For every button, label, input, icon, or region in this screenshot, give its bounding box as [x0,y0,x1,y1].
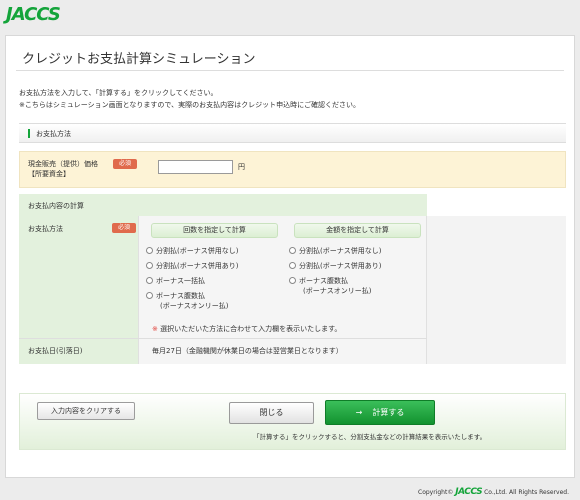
required-badge: 必須 [112,223,136,233]
footer-logo: JACCS [455,487,483,497]
jaccs-logo[interactable]: JACCS [6,4,61,25]
title-divider [16,70,564,71]
radio-amount-bonus-multiple[interactable]: ボーナス腹数払 [289,276,348,286]
pay-date-label: お支払日(引落日) [28,347,83,355]
radio-label: 分割払(ボーナス併用あり) [156,262,239,270]
radio-label: ボーナス腹数払 [299,277,348,285]
method-label: お支払方法 [28,225,63,233]
copyright-prefix: Copyright© [418,489,454,496]
price-row: 現金販売（提供）価格 【所要資金】 必須 円 [19,151,566,188]
price-label: 現金販売（提供）価格 【所要資金】 [28,159,98,179]
radio-label: 分割払(ボーナス併用あり) [299,262,382,270]
action-panel: 入力内容をクリアする 閉じる → 計算する 「計算する」をクリックすると、分割支払… [19,393,566,450]
calc-options-column: 回数を指定して計算 金額を指定して計算 分割払(ボーナス併用なし) 分割払(ボー… [138,216,427,364]
close-button[interactable]: 閉じる [229,402,314,424]
copyright-suffix: Co.,Ltd. All Rights Reserved. [484,489,569,496]
radio-count-installment-with-bonus[interactable]: 分割払(ボーナス併用あり) [146,261,238,271]
simulation-card: クレジットお支払計算シミュレーション お支払方法を入力して、「計算する」をクリッ… [5,35,575,478]
col-header-by-count[interactable]: 回数を指定して計算 [151,223,278,238]
calc-divider [19,338,427,339]
section-header-payment-method: お支払方法 [19,123,566,143]
note-text: 選択いただいた方法に合わせて入力欄を表示いたします。 [160,325,342,333]
selection-note: ※ 選択いただいた方法に合わせて入力欄を表示いたします。 [152,324,341,334]
arrow-right-icon: → [355,408,363,417]
radio-icon[interactable] [289,247,296,254]
radio-count-bonus-multiple[interactable]: ボーナス腹数払 [146,291,205,301]
radio-icon[interactable] [146,292,153,299]
radio-icon[interactable] [146,277,153,284]
radio-label: ボーナス腹数払 [156,292,205,300]
radio-icon[interactable] [146,262,153,269]
clear-input-button[interactable]: 入力内容をクリアする [37,402,135,420]
radio-count-bonus-lump[interactable]: ボーナス一括払 [146,276,205,286]
radio-count-bonus-only-note: (ボーナスオンリー払) [160,302,229,310]
top-bar: JACCS [0,0,580,32]
radio-label: ボーナス一括払 [156,277,205,285]
radio-label: 分割払(ボーナス併用なし) [156,247,239,255]
calculate-note: 「計算する」をクリックすると、分割支払金などの計算結果を表示いたします。 [253,433,487,441]
radio-icon[interactable] [289,277,296,284]
calculate-button[interactable]: → 計算する [325,400,435,425]
radio-amount-installment-with-bonus[interactable]: 分割払(ボーナス併用あり) [289,261,381,271]
section-title: お支払方法 [36,130,71,138]
calc-section-header: お支払内容の計算 [19,194,427,216]
col-header-by-amount[interactable]: 金額を指定して計算 [294,223,421,238]
price-label-line-2: 【所要資金】 [28,170,70,178]
note-mark: ※ [152,325,158,333]
required-badge: 必須 [113,159,137,169]
radio-icon[interactable] [146,247,153,254]
calculate-label: 計算する [372,408,405,417]
radio-icon[interactable] [289,262,296,269]
radio-amount-installment-no-bonus[interactable]: 分割払(ボーナス併用なし) [289,246,381,256]
radio-label: 分割払(ボーナス併用なし) [299,247,382,255]
calc-section-body: お支払方法 必須 お支払日(引落日) 回数を指定して計算 金額を指定して計算 分… [19,216,566,364]
calc-label-column: お支払方法 必須 お支払日(引落日) [19,216,138,364]
yen-unit: 円 [238,163,245,171]
section-bar-icon [28,129,30,138]
page-title: クレジットお支払計算シミュレーション [22,52,256,67]
footer-copyright: Copyright© JACCS Co.,Ltd. All Rights Res… [418,487,569,497]
intro-line-2: ※こちらはシミュレーション画面となりますので、実際のお支払内容はクレジット申込時… [19,101,360,109]
calc-section-title: お支払内容の計算 [28,202,84,210]
intro-line-1: お支払方法を入力して、「計算する」をクリックしてください。 [19,89,218,97]
price-input[interactable] [158,160,233,174]
radio-count-installment-no-bonus[interactable]: 分割払(ボーナス併用なし) [146,246,238,256]
radio-amount-bonus-only-note: (ボーナスオンリー払) [303,287,372,295]
pay-date-value: 毎月27日（金融機関が休業日の場合は翌営業日となります） [152,347,343,355]
price-label-line-1: 現金販売（提供）価格 [28,160,98,168]
intro-text: お支払方法を入力して、「計算する」をクリックしてください。 ※こちらはシミュレー… [19,87,360,111]
